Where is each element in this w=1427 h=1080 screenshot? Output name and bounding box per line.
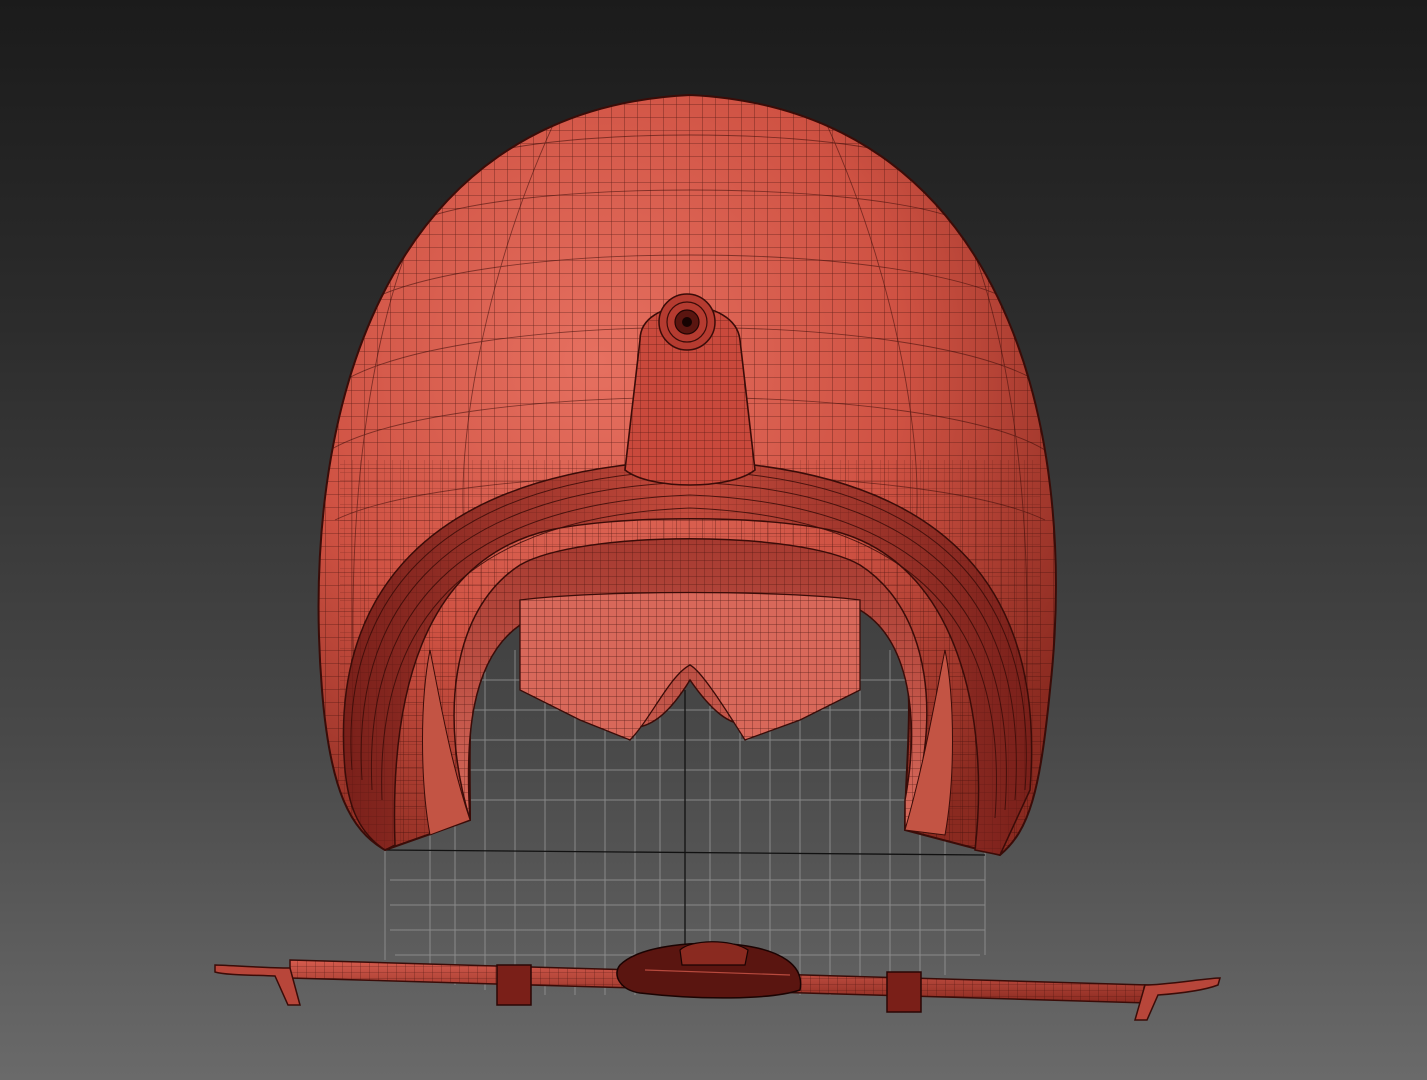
helmet-scene (214, 93, 1221, 1021)
chin-strap (214, 941, 1221, 1021)
helmet-liner (422, 538, 953, 836)
axis-lines (384, 690, 986, 970)
3d-viewport[interactable] (0, 0, 1427, 1080)
